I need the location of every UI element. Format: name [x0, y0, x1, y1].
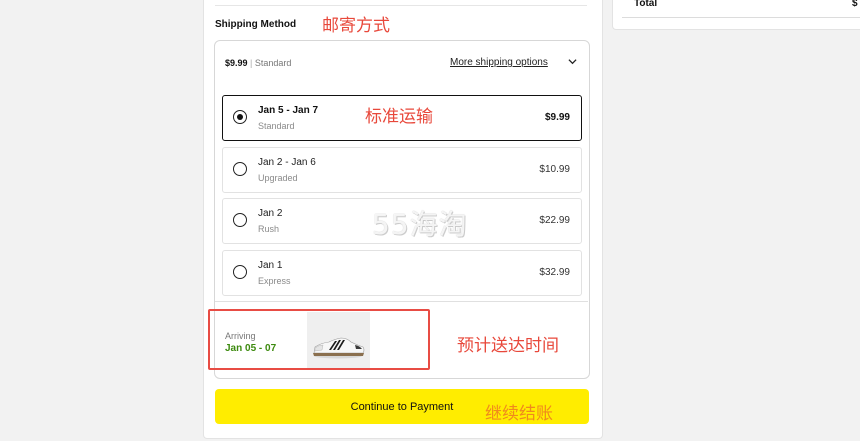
- option-dates: Jan 1: [258, 260, 283, 271]
- watermark-logo: 55海淘: [372, 208, 468, 241]
- total-value: $: [852, 0, 858, 9]
- option-type: Standard: [258, 121, 295, 131]
- selected-shipping-summary: $9.99 | Standard: [225, 58, 291, 68]
- option-price: $22.99: [539, 215, 570, 226]
- annotation-standard-shipping: 标准运输: [365, 107, 433, 127]
- option-type: Express: [258, 276, 291, 286]
- annotation-estimated-delivery: 预计送达时间: [457, 336, 559, 356]
- option-dates: Jan 2: [258, 208, 283, 219]
- option-price: $9.99: [544, 112, 570, 123]
- option-price: $10.99: [539, 164, 570, 175]
- divider: [215, 301, 588, 302]
- radio-icon[interactable]: [233, 162, 247, 176]
- option-type: Upgraded: [258, 173, 298, 183]
- annotation-shipping-method: 邮寄方式: [322, 16, 390, 36]
- option-dates: Jan 2 - Jan 6: [258, 157, 316, 168]
- more-shipping-options-link[interactable]: More shipping options: [450, 57, 548, 68]
- shipping-option-upgraded[interactable]: Jan 2 - Jan 6 Upgraded $10.99: [222, 147, 582, 193]
- summary-separator: |: [250, 58, 253, 68]
- total-label: Total: [634, 0, 658, 9]
- radio-selected-icon[interactable]: [233, 110, 247, 124]
- radio-icon[interactable]: [233, 265, 247, 279]
- option-type: Rush: [258, 224, 280, 234]
- annotation-continue-checkout: 继续结账: [485, 404, 553, 424]
- shipping-option-express[interactable]: Jan 1 Express $32.99: [222, 250, 582, 296]
- chevron-down-icon[interactable]: [568, 57, 577, 66]
- shipping-method-title: Shipping Method: [215, 19, 297, 30]
- radio-icon[interactable]: [233, 213, 247, 227]
- divider: [215, 5, 587, 6]
- summary-price: $9.99: [225, 58, 248, 68]
- divider: [622, 17, 860, 18]
- option-price: $32.99: [539, 267, 570, 278]
- summary-method: Standard: [254, 58, 292, 68]
- option-dates: Jan 5 - Jan 7: [258, 105, 319, 116]
- arrival-highlight-box: [208, 309, 430, 370]
